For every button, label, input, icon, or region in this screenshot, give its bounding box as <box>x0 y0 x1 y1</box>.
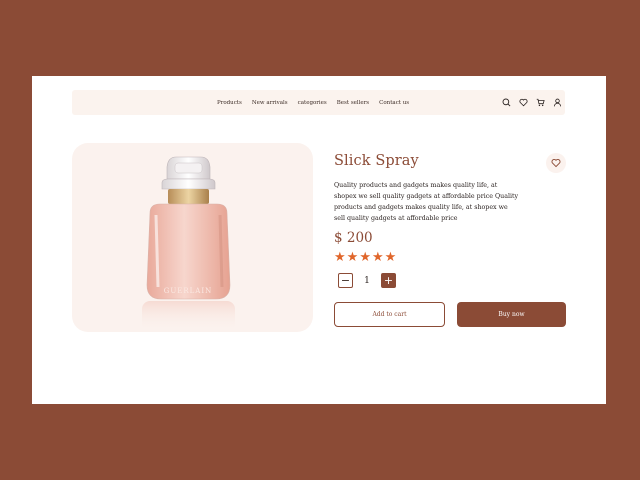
product-price: $ 200 <box>334 230 373 246</box>
add-to-cart-button[interactable]: Add to cart <box>334 302 445 327</box>
star-icon: ★ <box>359 250 371 265</box>
decrement-button[interactable]: − <box>338 273 353 288</box>
nav-link-categories[interactable]: categories <box>298 100 327 106</box>
product-description: Quality products and gadgets makes quali… <box>334 182 519 222</box>
search-icon[interactable] <box>502 98 511 107</box>
perfume-bottle-image: GUERLAIN <box>142 156 235 332</box>
buy-now-button[interactable]: Buy now <box>457 302 566 327</box>
nav-icons <box>502 90 562 115</box>
bottle-label: GUERLAIN <box>164 287 212 295</box>
heart-icon <box>551 158 561 168</box>
product-image: GUERLAIN <box>72 143 313 332</box>
wishlist-button[interactable] <box>546 153 566 173</box>
nav-link-best-sellers[interactable]: Best sellers <box>337 100 369 106</box>
product-title: Slick Spray <box>334 153 419 169</box>
cart-icon[interactable] <box>536 98 545 107</box>
star-icon: ★ <box>334 250 346 265</box>
rating-stars: ★ ★ ★ ★ ★ <box>334 251 396 265</box>
product-card: Products New arrivals categories Best se… <box>32 76 606 404</box>
star-icon: ★ <box>346 250 359 265</box>
nav-link-products[interactable]: Products <box>217 100 242 106</box>
navbar: Products New arrivals categories Best se… <box>72 90 565 115</box>
increment-button[interactable]: + <box>381 273 396 288</box>
star-icon: ★ <box>384 250 397 265</box>
nav-link-new-arrivals[interactable]: New arrivals <box>252 100 288 106</box>
star-icon: ★ <box>371 250 384 265</box>
user-icon[interactable] <box>553 98 562 107</box>
nav-link-contact-us[interactable]: Contact us <box>379 100 409 106</box>
heart-icon[interactable] <box>519 98 528 107</box>
nav-links: Products New arrivals categories Best se… <box>217 90 409 115</box>
quantity-value: 1 <box>364 275 370 286</box>
quantity-stepper: − 1 + <box>338 273 396 288</box>
